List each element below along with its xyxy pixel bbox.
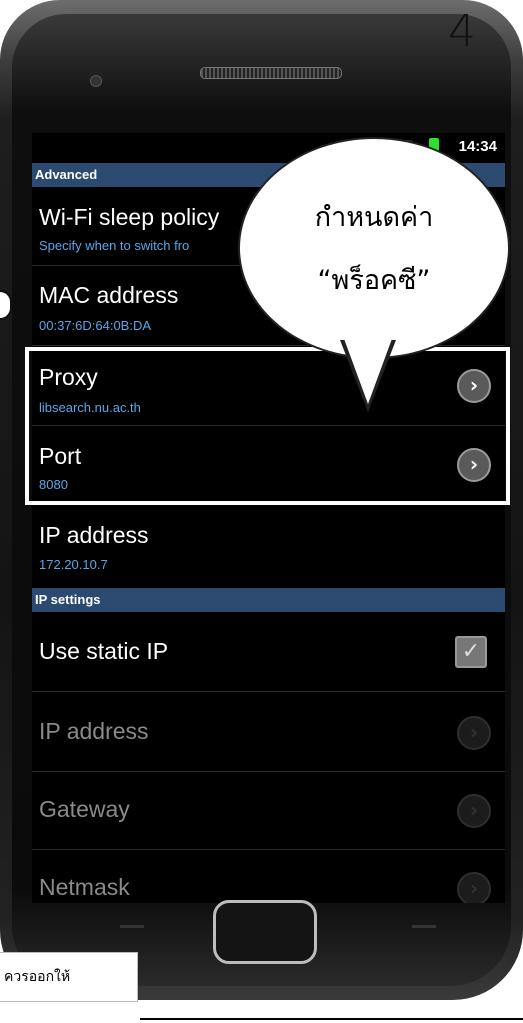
item-subtitle: Specify when to switch fro (39, 238, 190, 253)
chevron-right-icon[interactable]: › (457, 794, 491, 828)
settings-item-static-ip-address[interactable]: IP address › (32, 692, 505, 772)
callout-text-line2: “พร็อคซี” (317, 265, 431, 296)
speech-bubble-tail-fill (343, 336, 393, 404)
caption-note: ควรออกให้ (0, 952, 138, 1002)
item-title: Netmask (39, 874, 130, 900)
settings-item-ip-address: IP address 172.20.10.7 (32, 505, 505, 583)
section-header-ip-settings: IP settings (32, 588, 505, 612)
item-title: Use static IP (39, 638, 169, 664)
settings-item-gateway[interactable]: Gateway › (32, 772, 505, 850)
item-subtitle: 00:37:6D:64:0B:DA (39, 318, 152, 333)
menu-key[interactable] (120, 925, 144, 928)
proxy-port-highlight-box (25, 347, 510, 505)
item-title: MAC address (39, 282, 179, 308)
back-key[interactable] (412, 925, 436, 928)
speech-bubble (238, 137, 510, 359)
status-time: 14:34 (458, 138, 497, 155)
settings-item-use-static-ip[interactable]: Use static IP ✓ (32, 612, 505, 692)
static-ip-checkbox[interactable]: ✓ (455, 636, 487, 668)
front-camera (90, 75, 102, 87)
item-subtitle: 172.20.10.7 (39, 557, 108, 572)
earpiece-speaker (200, 67, 342, 79)
home-button[interactable] (213, 900, 317, 964)
chevron-right-icon[interactable]: › (457, 716, 491, 750)
check-icon: ✓ (461, 639, 481, 664)
baseline-rule (140, 1018, 523, 1020)
item-title: IP address (39, 718, 149, 744)
chevron-right-icon[interactable]: › (457, 872, 491, 903)
item-title: IP address (39, 522, 149, 548)
page-number: 4 (448, 6, 476, 57)
callout-text-line1: กำหนดค่า (314, 202, 434, 233)
item-title: Gateway (39, 796, 130, 822)
item-title: Wi-Fi sleep policy (39, 204, 220, 230)
settings-item-netmask[interactable]: Netmask › (32, 850, 505, 903)
